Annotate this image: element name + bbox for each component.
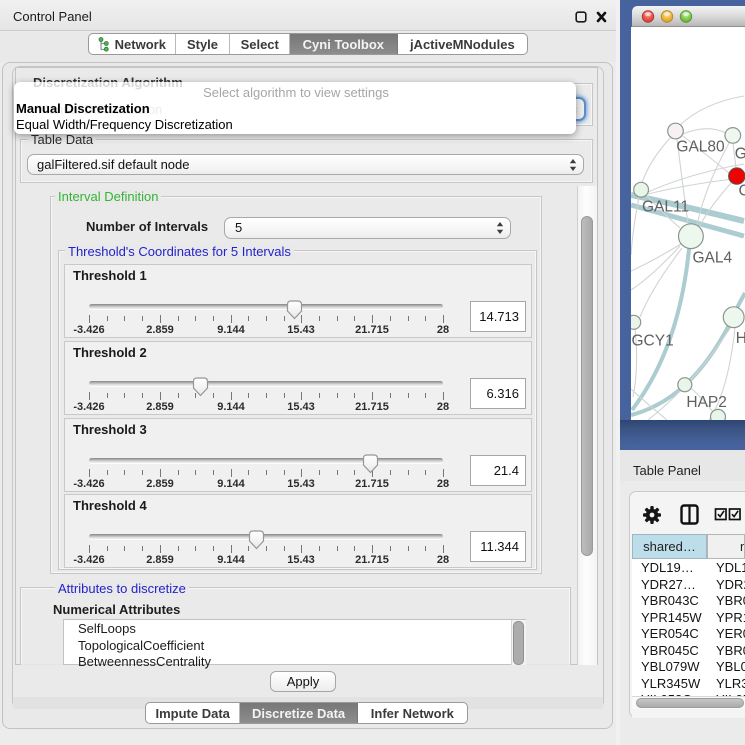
svg-text:HAP2: HAP2 bbox=[686, 394, 727, 411]
svg-text:GA: GA bbox=[735, 146, 745, 163]
svg-text:GAL4: GAL4 bbox=[693, 250, 733, 267]
svg-text:GCY1: GCY1 bbox=[632, 333, 674, 350]
svg-text:GAL11: GAL11 bbox=[642, 199, 689, 216]
svg-text:GAL80: GAL80 bbox=[676, 139, 725, 156]
svg-text:CR: CR bbox=[739, 183, 745, 200]
svg-text:HA: HA bbox=[736, 330, 745, 347]
